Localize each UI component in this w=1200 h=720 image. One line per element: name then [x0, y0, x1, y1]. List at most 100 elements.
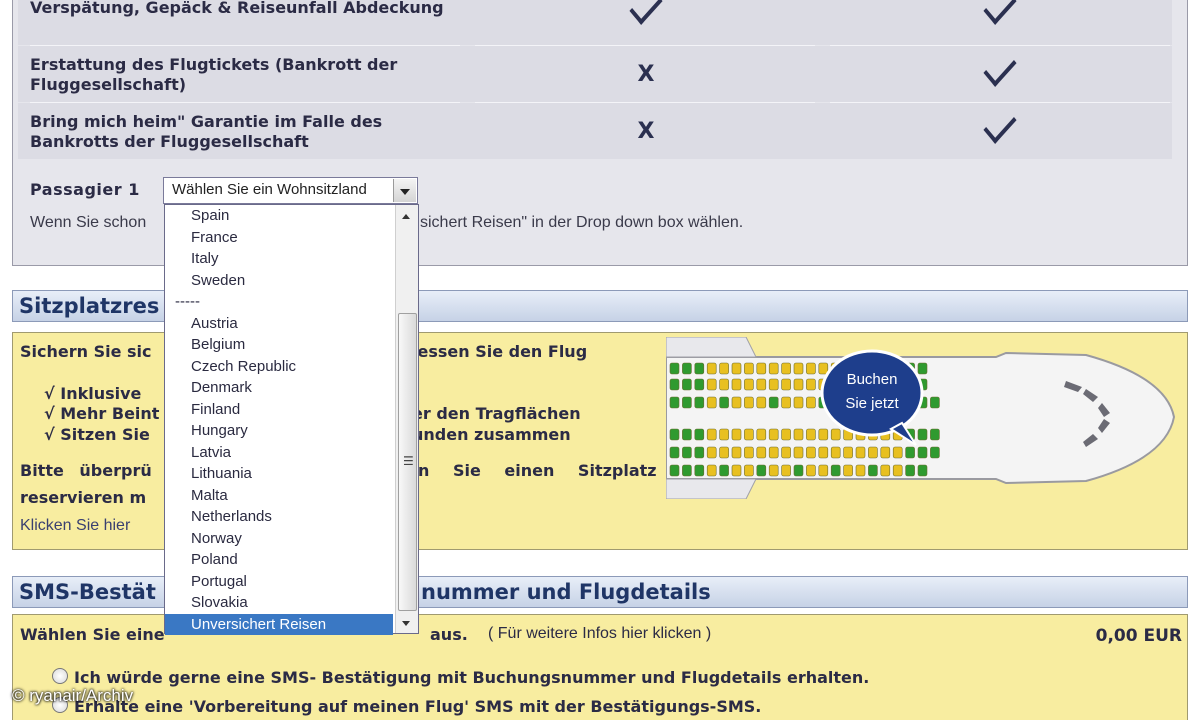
- seat-icon[interactable]: [706, 378, 717, 391]
- seat-icon[interactable]: [744, 428, 754, 441]
- more-info-link[interactable]: ( Für weitere Infos hier klicken ): [488, 625, 711, 643]
- dropdown-option[interactable]: Belgium: [165, 334, 393, 356]
- seat-icon[interactable]: [781, 378, 791, 391]
- seat-icon[interactable]: [669, 396, 680, 409]
- seat-icon[interactable]: [793, 362, 804, 375]
- seat-icon[interactable]: [917, 362, 928, 375]
- seat-icon[interactable]: [917, 428, 928, 441]
- seat-icon[interactable]: [905, 446, 915, 459]
- dropdown-option[interactable]: Poland: [165, 549, 393, 571]
- seat-icon[interactable]: [768, 362, 779, 375]
- seat-icon[interactable]: [706, 396, 717, 409]
- seat-icon[interactable]: [756, 464, 767, 477]
- seat-icon[interactable]: [744, 362, 754, 375]
- dropdown-option[interactable]: Norway: [165, 528, 393, 550]
- seat-icon[interactable]: [768, 446, 779, 459]
- seat-icon[interactable]: [905, 464, 915, 477]
- seat-icon[interactable]: [682, 464, 692, 477]
- seat-icon[interactable]: [855, 464, 866, 477]
- seat-icon[interactable]: [694, 362, 705, 375]
- dropdown-option[interactable]: Spain: [165, 205, 393, 227]
- dropdown-option[interactable]: -----: [165, 291, 393, 313]
- dropdown-option[interactable]: Unversichert Reisen: [165, 613, 393, 635]
- seat-icon[interactable]: [706, 362, 717, 375]
- dropdown-option[interactable]: Malta: [165, 485, 393, 507]
- country-dropdown-list[interactable]: Spain France Italy Sweden ----- Austria Belgiu…: [164, 204, 419, 635]
- seat-icon[interactable]: [719, 362, 729, 375]
- dropdown-option[interactable]: Sweden: [165, 270, 393, 292]
- seat-icon[interactable]: [806, 378, 816, 391]
- seat-icon[interactable]: [669, 428, 680, 441]
- seat-icon[interactable]: [917, 446, 928, 459]
- seat-icon[interactable]: [756, 378, 767, 391]
- seat-icon[interactable]: [694, 428, 705, 441]
- seat-icon[interactable]: [830, 446, 841, 459]
- seat-map-illustration[interactable]: Buchen Sie jetzt: [666, 337, 1176, 499]
- scroll-up-icon[interactable]: [402, 214, 410, 219]
- sms-option-radio[interactable]: [52, 668, 68, 684]
- seat-icon[interactable]: [768, 464, 779, 477]
- seat-icon[interactable]: [744, 464, 754, 477]
- seat-icon[interactable]: [818, 362, 829, 375]
- dropdown-option[interactable]: Hungary: [165, 420, 393, 442]
- seat-icon[interactable]: [694, 378, 705, 391]
- seat-icon[interactable]: [868, 464, 878, 477]
- seat-icon[interactable]: [781, 446, 791, 459]
- seat-icon[interactable]: [793, 396, 804, 409]
- seat-icon[interactable]: [682, 428, 692, 441]
- seat-icon[interactable]: [756, 446, 767, 459]
- seat-icon[interactable]: [830, 428, 841, 441]
- dropdown-option[interactable]: Slovakia: [165, 592, 393, 614]
- seat-icon[interactable]: [756, 362, 767, 375]
- seat-icon[interactable]: [806, 396, 816, 409]
- seat-icon[interactable]: [694, 464, 705, 477]
- seat-icon[interactable]: [930, 428, 940, 441]
- seat-icon[interactable]: [868, 446, 878, 459]
- dropdown-option[interactable]: Portugal: [165, 571, 393, 593]
- seat-icon[interactable]: [731, 378, 742, 391]
- seat-icon[interactable]: [768, 378, 779, 391]
- seat-icon[interactable]: [744, 378, 754, 391]
- seat-icon[interactable]: [806, 428, 816, 441]
- seat-icon[interactable]: [917, 464, 928, 477]
- seat-icon[interactable]: [669, 378, 680, 391]
- seat-icon[interactable]: [781, 362, 791, 375]
- seat-icon[interactable]: [682, 362, 692, 375]
- seat-icon[interactable]: [880, 446, 891, 459]
- dropdown-option[interactable]: Czech Republic: [165, 356, 393, 378]
- dropdown-option[interactable]: Italy: [165, 248, 393, 270]
- seat-icon[interactable]: [706, 446, 717, 459]
- seat-icon[interactable]: [744, 446, 754, 459]
- seat-icon[interactable]: [793, 428, 804, 441]
- seat-icon[interactable]: [731, 428, 742, 441]
- seat-icon[interactable]: [719, 378, 729, 391]
- seat-icon[interactable]: [930, 396, 940, 409]
- seat-icon[interactable]: [818, 464, 829, 477]
- seat-icon[interactable]: [756, 396, 767, 409]
- seat-icon[interactable]: [781, 396, 791, 409]
- seat-icon[interactable]: [793, 464, 804, 477]
- seat-icon[interactable]: [793, 378, 804, 391]
- seat-icon[interactable]: [694, 396, 705, 409]
- scrollbar-thumb[interactable]: ☰: [398, 313, 417, 611]
- seat-icon[interactable]: [682, 446, 692, 459]
- seat-icon[interactable]: [806, 362, 816, 375]
- dropdown-option[interactable]: Latvia: [165, 442, 393, 464]
- dropdown-option[interactable]: Austria: [165, 313, 393, 335]
- seat-icon[interactable]: [781, 428, 791, 441]
- scroll-down-icon[interactable]: [402, 621, 410, 626]
- seat-icon[interactable]: [880, 464, 891, 477]
- dropdown-option[interactable]: Lithuania: [165, 463, 393, 485]
- seat-icon[interactable]: [843, 464, 853, 477]
- seat-icon[interactable]: [719, 446, 729, 459]
- seat-icon[interactable]: [706, 464, 717, 477]
- seat-icon[interactable]: [892, 464, 903, 477]
- seat-icon[interactable]: [731, 396, 742, 409]
- dropdown-option[interactable]: Denmark: [165, 377, 393, 399]
- seat-icon[interactable]: [781, 464, 791, 477]
- seat-icon[interactable]: [793, 446, 804, 459]
- dropdown-option[interactable]: Finland: [165, 399, 393, 421]
- seat-icon[interactable]: [694, 446, 705, 459]
- seat-icon[interactable]: [756, 428, 767, 441]
- seat-icon[interactable]: [669, 446, 680, 459]
